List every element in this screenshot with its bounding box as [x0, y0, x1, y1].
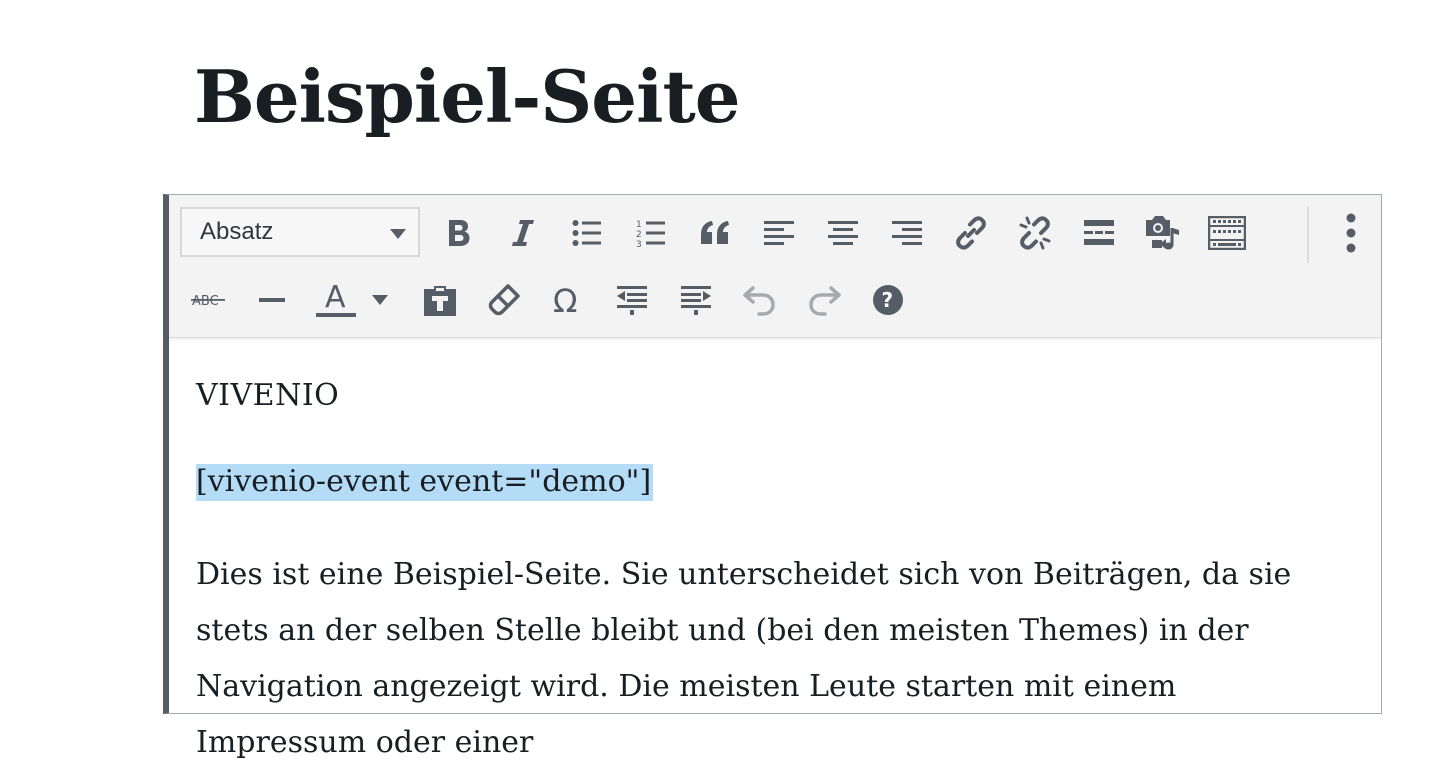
content-paragraph[interactable]: Dies ist eine Beispiel-Seite. Sie unters… — [196, 547, 1346, 771]
outdent-icon — [617, 286, 647, 315]
toolbar-toggle-icon — [1208, 216, 1246, 250]
numbered-list-button[interactable]: 1 2 3 — [629, 211, 673, 255]
toolbar-toggle-button[interactable] — [1205, 211, 1249, 255]
special-character-glyph: Ω — [553, 283, 577, 317]
chevron-down-icon — [390, 229, 406, 239]
shortcode-paragraph[interactable]: [vivenio-event event="demo"] — [196, 461, 654, 503]
read-more-button[interactable] — [1077, 211, 1121, 255]
special-character-icon: Ω — [553, 283, 577, 317]
chevron-down-icon — [372, 295, 388, 305]
bold-button[interactable] — [437, 211, 481, 255]
read-more-icon — [1084, 220, 1114, 245]
horizontal-line-button[interactable] — [250, 278, 294, 322]
paste-text-icon — [424, 286, 456, 316]
italic-icon — [512, 220, 534, 246]
align-left-icon — [764, 221, 794, 245]
link-icon — [956, 216, 986, 250]
strikethrough-button[interactable]: ABC — [186, 278, 230, 322]
help-icon: ? — [873, 285, 903, 315]
clear-formatting-icon — [488, 284, 520, 316]
align-right-icon — [892, 221, 922, 245]
format-select[interactable]: Absatz — [180, 207, 420, 257]
clear-formatting-button[interactable] — [482, 278, 526, 322]
redo-icon — [809, 286, 841, 316]
align-left-button[interactable] — [757, 211, 801, 255]
blockquote-button[interactable] — [693, 211, 737, 255]
text-color-icon: A — [316, 281, 356, 317]
help-glyph: ? — [882, 288, 894, 312]
italic-button[interactable] — [501, 211, 545, 255]
help-button[interactable]: ? — [866, 278, 910, 322]
indent-button[interactable] — [674, 278, 718, 322]
classic-editor: Absatz 1 2 3 ABC A Ω ? VIVENIO [vivenio-… — [163, 194, 1382, 760]
align-right-button[interactable] — [885, 211, 929, 255]
align-center-button[interactable] — [821, 211, 865, 255]
unlink-icon — [1019, 216, 1051, 250]
paste-text-button[interactable] — [418, 278, 462, 322]
undo-button[interactable] — [738, 278, 782, 322]
bold-icon — [449, 220, 470, 246]
redo-button[interactable] — [802, 278, 846, 322]
outdent-button[interactable] — [610, 278, 654, 322]
more-options-icon — [1346, 213, 1356, 253]
text-color-button[interactable]: A — [314, 278, 358, 322]
svg-text:3: 3 — [636, 240, 642, 248]
indent-icon — [681, 286, 711, 315]
add-media-button[interactable] — [1141, 211, 1185, 255]
bullet-list-icon — [572, 220, 601, 246]
strikethrough-text: ABC — [192, 294, 219, 309]
align-center-icon — [828, 221, 858, 245]
editor-toolbar: Absatz 1 2 3 ABC A Ω ? — [169, 195, 1381, 338]
content-paragraph[interactable]: VIVENIO — [196, 377, 339, 415]
format-select-value: Absatz — [200, 218, 274, 245]
more-options-button[interactable] — [1329, 211, 1373, 255]
blockquote-icon — [701, 221, 729, 244]
horizontal-line-icon — [259, 298, 285, 302]
strikethrough-icon: ABC — [191, 294, 225, 309]
undo-icon — [743, 286, 775, 316]
add-media-icon — [1146, 216, 1179, 250]
special-character-button[interactable]: Ω — [546, 278, 590, 322]
unlink-button[interactable] — [1013, 211, 1057, 255]
toolbar-separator — [1307, 207, 1309, 263]
link-button[interactable] — [949, 211, 993, 255]
svg-text:1: 1 — [636, 220, 642, 230]
selected-shortcode[interactable]: [vivenio-event event="demo"] — [196, 464, 654, 501]
bullet-list-button[interactable] — [565, 211, 609, 255]
page-title[interactable]: Beispiel-Seite — [194, 52, 741, 142]
text-color-dropdown[interactable] — [365, 278, 395, 322]
svg-text:2: 2 — [636, 230, 642, 240]
numbered-list-icon: 1 2 3 — [636, 220, 665, 248]
text-color-glyph: A — [325, 281, 346, 315]
